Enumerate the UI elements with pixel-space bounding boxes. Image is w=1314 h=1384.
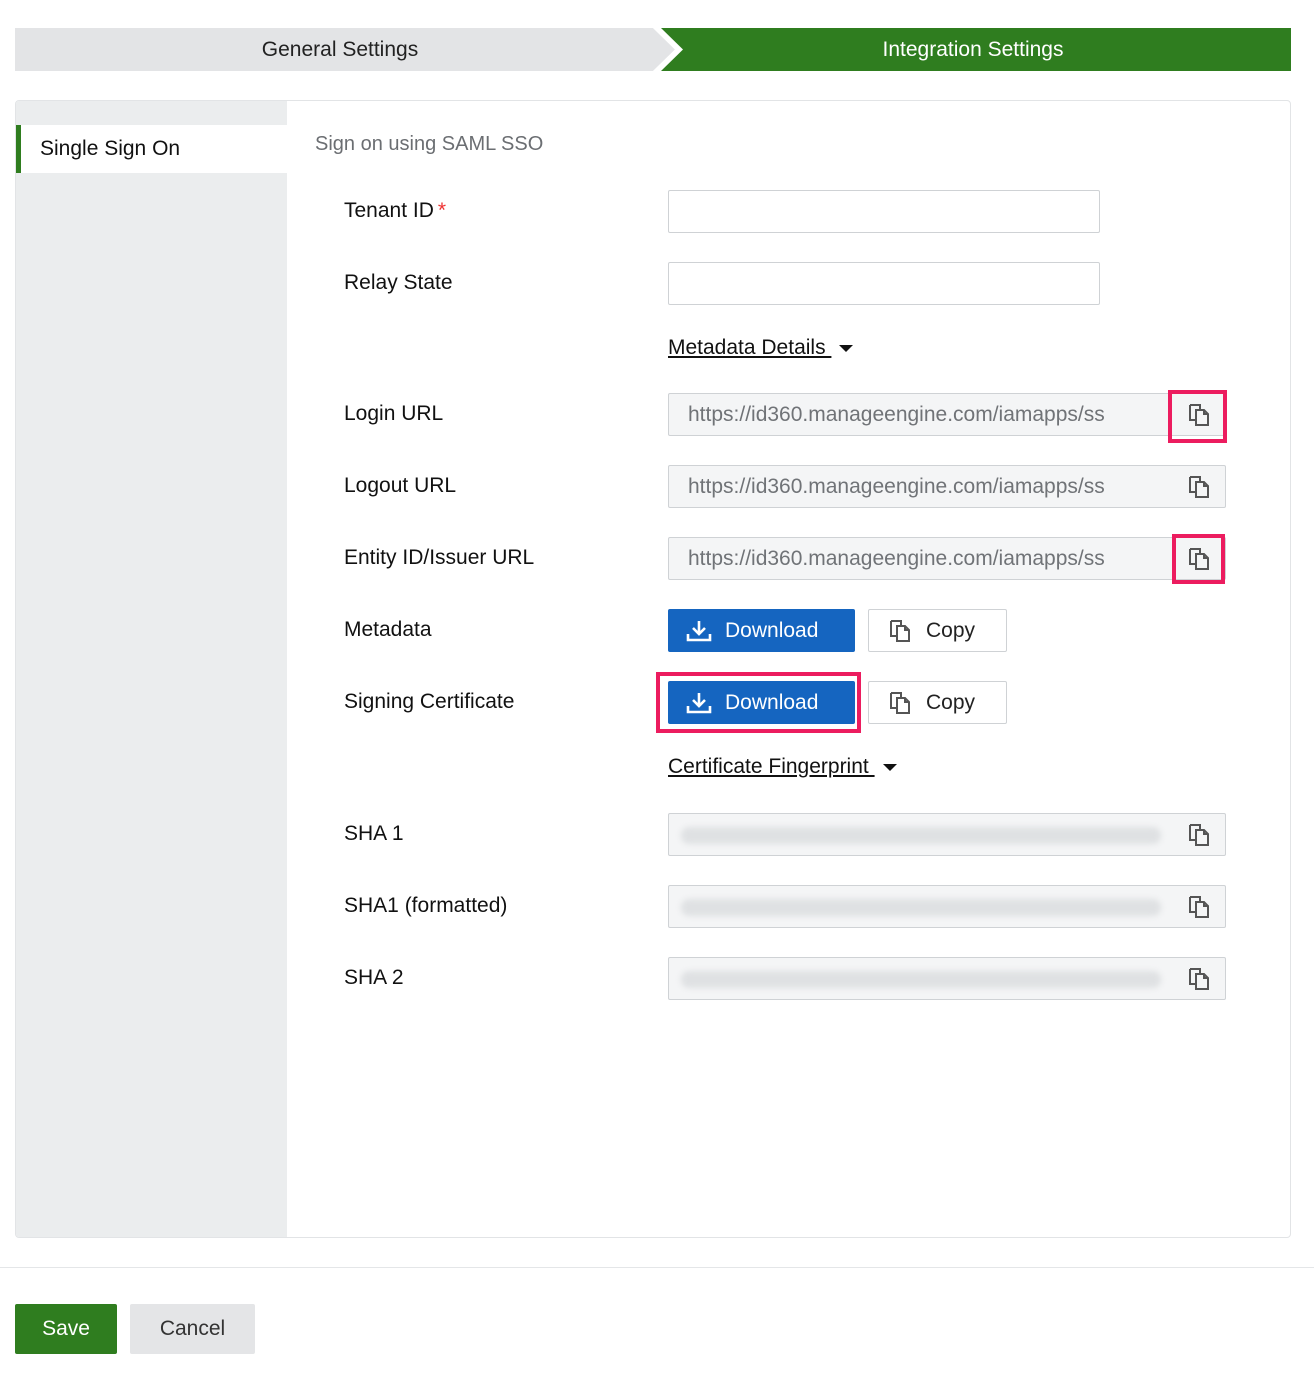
signing-certificate-copy-button[interactable]: Copy (868, 681, 1007, 724)
tenant-id-input[interactable] (668, 190, 1100, 233)
step-general-settings[interactable]: General Settings (15, 28, 675, 71)
save-button[interactable]: Save (15, 1304, 117, 1354)
metadata-download-button[interactable]: Download (668, 609, 855, 652)
download-icon (686, 620, 712, 641)
sha1-formatted-blurred-value (681, 899, 1161, 916)
signing-certificate-label: Signing Certificate (344, 690, 515, 713)
metadata-details-label: Metadata Details (668, 336, 832, 359)
relay-state-input[interactable] (668, 262, 1100, 305)
settings-panel: Single Sign On Sign on using SAML SSO Te… (15, 100, 1291, 1238)
sha2-blurred-value (681, 971, 1161, 988)
entity-id-label: Entity ID/Issuer URL (344, 546, 535, 569)
sso-form: Sign on using SAML SSO Tenant ID * Relay … (287, 101, 1290, 1237)
sha1-formatted-field[interactable] (668, 885, 1226, 928)
copy-icon (890, 619, 910, 642)
certificate-fingerprint-toggle[interactable]: Certificate Fingerprint (668, 755, 897, 779)
highlight-box-login-copy (1168, 390, 1227, 443)
sidebar: Single Sign On (16, 101, 287, 1237)
sha1-formatted-copy-button[interactable] (1173, 886, 1225, 927)
sha2-field[interactable] (668, 957, 1226, 1000)
caret-down-icon (839, 344, 854, 352)
sha1-label: SHA 1 (344, 822, 404, 845)
logout-url-label: Logout URL (344, 474, 457, 497)
step-general-label: General Settings (261, 37, 419, 61)
sha2-copy-button[interactable] (1173, 958, 1225, 999)
logout-url-field[interactable]: https://id360.manageengine.com/iamapps/s… (668, 465, 1226, 508)
metadata-copy-label: Copy (926, 618, 976, 642)
tenant-id-label: Tenant ID * (344, 199, 446, 223)
tenant-id-label-text: Tenant ID (344, 199, 434, 222)
login-url-value: https://id360.manageengine.com/iamapps/s… (688, 403, 1105, 426)
settings-steps: General Settings Integration Settings (15, 28, 1291, 71)
step-integration-settings[interactable]: Integration Settings (655, 28, 1291, 71)
login-url-field[interactable]: https://id360.manageengine.com/iamapps/s… (668, 393, 1226, 436)
signing-certificate-copy-label: Copy (926, 690, 976, 714)
logout-url-copy-button[interactable] (1173, 466, 1225, 507)
required-mark: * (437, 199, 447, 222)
logout-url-value: https://id360.manageengine.com/iamapps/s… (688, 475, 1105, 498)
relay-state-label: Relay State (344, 271, 453, 294)
highlight-box-entity-copy (1172, 534, 1225, 584)
sha1-blurred-value (681, 827, 1161, 844)
cancel-button[interactable]: Cancel (130, 1304, 255, 1354)
metadata-label: Metadata (344, 618, 432, 641)
certificate-fingerprint-label: Certificate Fingerprint (668, 755, 875, 778)
footer-divider (0, 1267, 1314, 1268)
sha1-field[interactable] (668, 813, 1226, 856)
sha2-label: SHA 2 (344, 966, 404, 989)
copy-icon (890, 691, 910, 714)
metadata-copy-button[interactable]: Copy (868, 609, 1007, 652)
copy-icon (1189, 895, 1209, 918)
section-title: Sign on using SAML SSO (315, 133, 544, 155)
step-integration-label: Integration Settings (882, 37, 1064, 61)
entity-id-field[interactable]: https://id360.manageengine.com/iamapps/s… (668, 537, 1226, 580)
highlight-box-signing-download (656, 672, 861, 733)
metadata-details-toggle[interactable]: Metadata Details (668, 336, 854, 360)
sha1-formatted-label: SHA1 (formatted) (344, 894, 508, 917)
sidebar-item-single-sign-on[interactable]: Single Sign On (16, 125, 287, 173)
caret-down-icon (882, 763, 897, 771)
entity-id-value: https://id360.manageengine.com/iamapps/s… (688, 547, 1105, 570)
copy-icon (1189, 823, 1209, 846)
metadata-download-label: Download (725, 618, 819, 642)
copy-icon (1189, 475, 1209, 498)
login-url-label: Login URL (344, 402, 444, 425)
copy-icon (1189, 967, 1209, 990)
sidebar-item-label: Single Sign On (40, 137, 181, 160)
sha1-copy-button[interactable] (1173, 814, 1225, 855)
